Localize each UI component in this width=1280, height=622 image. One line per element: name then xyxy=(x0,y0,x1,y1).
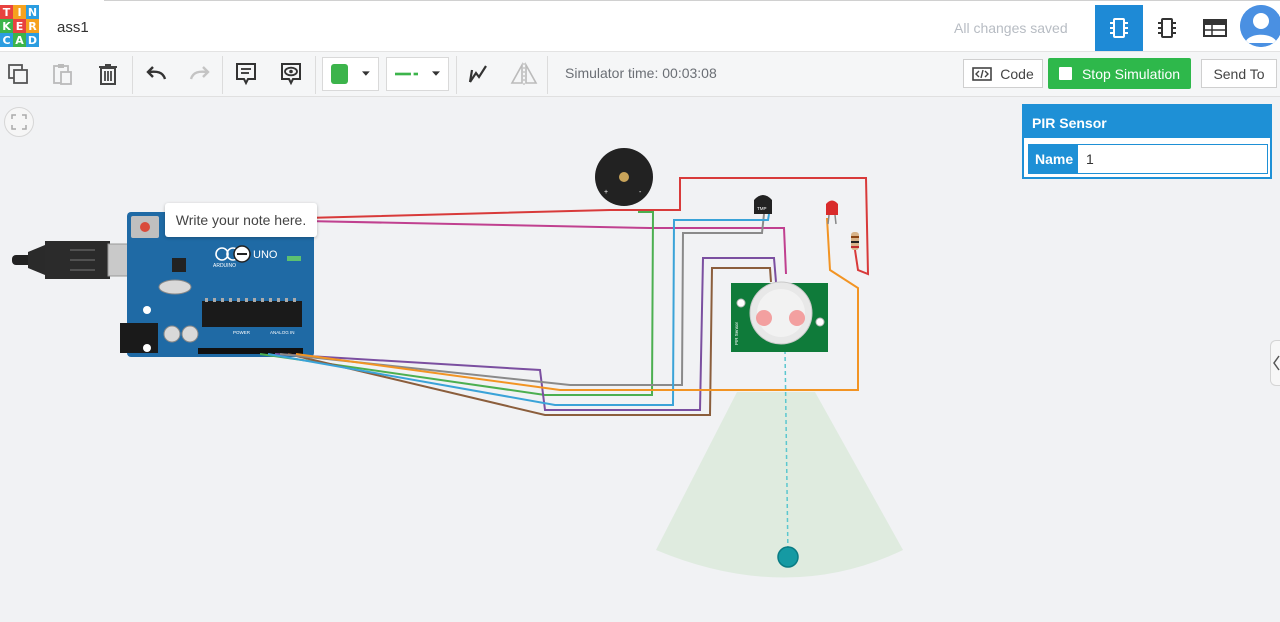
wire-type-icon xyxy=(395,72,419,76)
wires xyxy=(259,177,870,416)
code-icon xyxy=(972,66,993,81)
arduino-analog-label: ANALOG IN xyxy=(270,330,295,335)
stop-simulation-button[interactable]: Stop Simulation xyxy=(1048,58,1191,89)
stop-icon xyxy=(1058,67,1072,80)
paste-button[interactable] xyxy=(48,52,76,96)
send-to-label: Send To xyxy=(1213,65,1265,82)
redo-icon xyxy=(189,66,210,80)
simulator-time: Simulator time: 00:03:08 xyxy=(565,65,717,81)
usb-cable xyxy=(12,241,156,279)
properties-title: PIR Sensor xyxy=(1024,106,1270,138)
delete-icon xyxy=(99,64,117,85)
wire-red[interactable] xyxy=(304,177,870,276)
schematic-view-button[interactable] xyxy=(1143,5,1191,51)
show-notes-icon xyxy=(281,63,301,86)
annotate-button[interactable] xyxy=(464,52,492,96)
note-bubble[interactable]: Write your note here. xyxy=(165,203,317,237)
show-notes-button[interactable] xyxy=(277,52,305,96)
delete-button[interactable] xyxy=(94,52,122,96)
red-led[interactable] xyxy=(826,200,838,225)
undo-icon xyxy=(146,66,167,80)
user-avatar-icon[interactable] xyxy=(1240,5,1280,47)
wire-color-swatch xyxy=(331,64,349,84)
logo-letter: K xyxy=(0,19,13,33)
logo-letter: I xyxy=(13,5,26,19)
top-divider xyxy=(104,0,1280,4)
fit-view-icon xyxy=(11,114,27,130)
logo-letter: A xyxy=(13,33,26,47)
chevron-left-icon xyxy=(1273,355,1280,371)
wire-blue[interactable] xyxy=(267,213,770,406)
tinkercad-logo[interactable]: TINKERCAD xyxy=(0,5,40,48)
redo-button[interactable] xyxy=(186,52,214,96)
svg-text:-: - xyxy=(639,189,642,196)
note-text[interactable]: Write your note here. xyxy=(176,212,306,228)
copy-icon xyxy=(8,64,28,84)
top-bar: TINKERCAD ass1 All changes saved xyxy=(0,0,1280,52)
copy-button[interactable] xyxy=(4,52,32,96)
wire-purple[interactable] xyxy=(274,257,777,411)
wire-orange[interactable] xyxy=(295,217,859,391)
logo-letter: D xyxy=(26,33,39,47)
fit-view-button[interactable] xyxy=(4,107,34,137)
logo-letter: T xyxy=(0,5,13,19)
name-property-label: Name xyxy=(1029,145,1078,173)
arduino-brand-label: ARDUINO xyxy=(213,263,236,269)
logo-letter: R xyxy=(26,19,39,33)
pir-sensor[interactable]: PIR Sensor xyxy=(731,281,828,352)
flip-icon xyxy=(510,62,538,85)
logo-letter: E xyxy=(13,19,26,33)
temperature-sensor[interactable]: TMP xyxy=(754,195,772,214)
save-status: All changes saved xyxy=(954,20,1068,36)
project-name[interactable]: ass1 xyxy=(57,19,89,36)
logo-letter: C xyxy=(0,33,13,47)
svg-text:+: + xyxy=(604,189,608,196)
side-panel-toggle[interactable] xyxy=(1270,340,1280,386)
schematic-icon xyxy=(1158,18,1176,38)
chevron-down-icon xyxy=(432,71,440,76)
motion-target[interactable] xyxy=(777,546,799,568)
resistor[interactable] xyxy=(851,232,859,250)
table-icon xyxy=(1203,19,1227,37)
notes-icon xyxy=(236,63,256,86)
toolbar: Simulator time: 00:03:08 Code Stop Simul… xyxy=(0,52,1280,97)
wire-brown[interactable] xyxy=(287,267,772,416)
wire-magenta[interactable] xyxy=(304,220,787,275)
wire-type-dropdown[interactable] xyxy=(386,57,449,91)
wire-gray[interactable] xyxy=(279,213,765,386)
wire-green[interactable] xyxy=(259,211,655,396)
name-property-input[interactable] xyxy=(1078,145,1267,173)
arduino-uno-label: UNO xyxy=(253,249,278,261)
pir-detection-zone xyxy=(656,392,903,578)
chevron-down-icon xyxy=(362,71,370,76)
undo-button[interactable] xyxy=(142,52,170,96)
circuit-view-button[interactable] xyxy=(1095,5,1143,51)
code-label: Code xyxy=(1000,65,1034,82)
send-to-button[interactable]: Send To xyxy=(1201,59,1277,88)
logo-letter: N xyxy=(26,5,39,19)
piezo-buzzer[interactable]: + - xyxy=(595,148,653,206)
annotate-icon xyxy=(468,65,487,83)
arduino-power-label: POWER xyxy=(233,330,251,335)
pir-board-label: PIR Sensor xyxy=(734,321,739,345)
paste-icon xyxy=(53,64,72,85)
code-button[interactable]: Code xyxy=(963,59,1043,88)
pir-detection-line xyxy=(784,349,789,557)
stop-label: Stop Simulation xyxy=(1081,65,1181,82)
flip-button[interactable] xyxy=(508,52,540,96)
properties-panel: PIR Sensor Name xyxy=(1022,104,1272,179)
wire-color-dropdown[interactable] xyxy=(322,57,379,91)
tmp-label: TMP xyxy=(757,206,767,211)
component-list-button[interactable] xyxy=(1191,5,1239,51)
chip-icon xyxy=(1110,18,1128,38)
notes-button[interactable] xyxy=(232,52,260,96)
name-property-row: Name xyxy=(1028,144,1268,174)
